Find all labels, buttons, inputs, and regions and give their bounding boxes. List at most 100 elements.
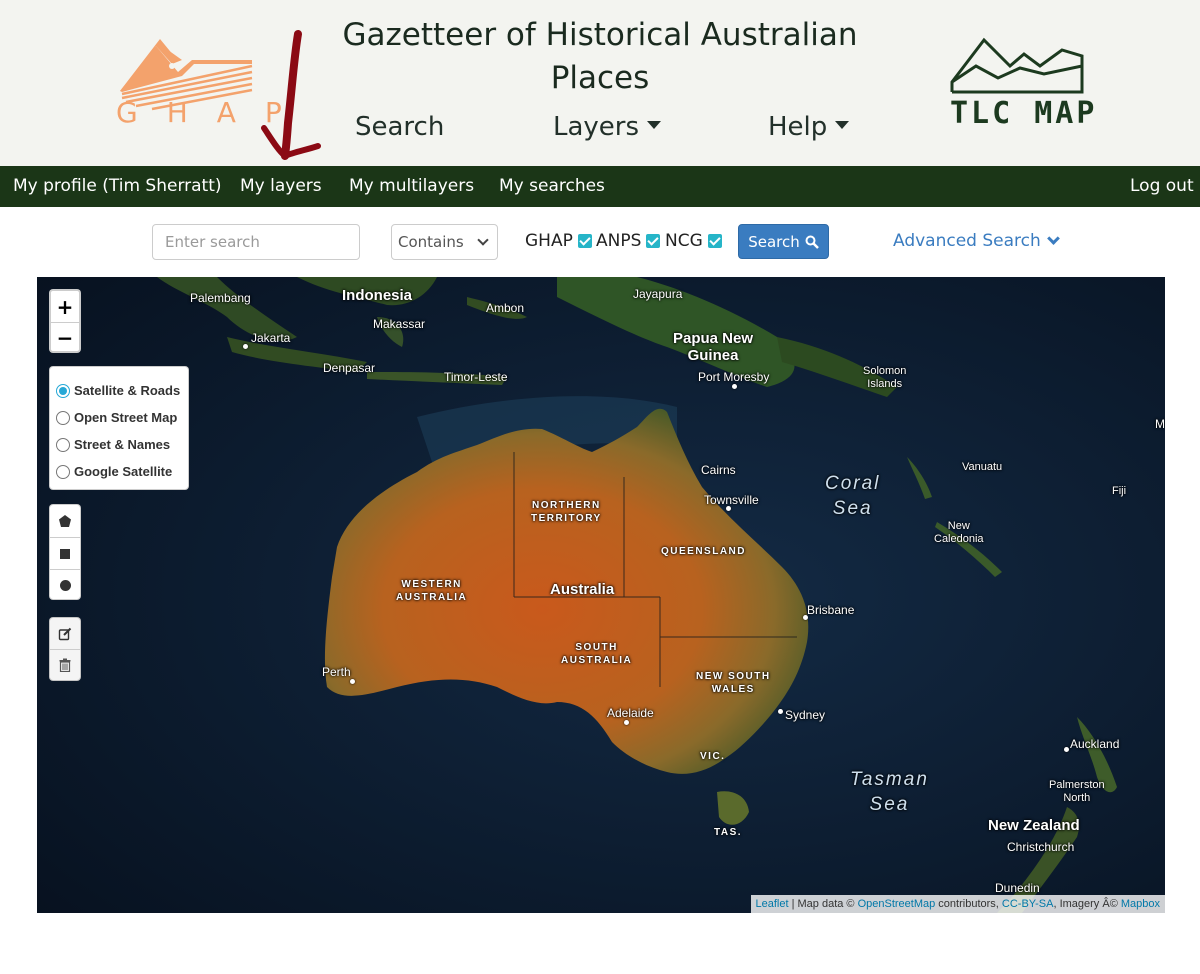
map-label-tasman-line2: Sea: [869, 794, 910, 815]
layer-option-satellite-roads[interactable]: Satellite & Roads: [56, 377, 182, 404]
ghap-letter: A: [216, 96, 236, 129]
map-view[interactable]: Palembang Indonesia Ambon Jayapura Makas…: [37, 277, 1165, 913]
delete-layers-button[interactable]: [50, 649, 80, 680]
zoom-out-button[interactable]: −: [51, 322, 79, 353]
map-label-south-australia: SOUTH AUSTRALIA: [561, 641, 632, 667]
draw-toolbar: [49, 504, 81, 600]
source-ncg[interactable]: NCG: [665, 231, 722, 251]
map-label-tasman-sea: Tasman Sea: [850, 767, 929, 817]
map-label-cairns: Cairns: [701, 463, 736, 477]
search-input[interactable]: [152, 224, 360, 260]
map-label-fiji: Fiji: [1112, 485, 1127, 497]
map-label-coral-line2: Sea: [832, 498, 873, 519]
draw-polygon-button[interactable]: [50, 505, 80, 537]
layer-option-label: Google Satellite: [74, 464, 173, 479]
city-dot-adelaide: [624, 720, 629, 725]
source-ghap[interactable]: GHAP: [525, 231, 592, 251]
checkbox-checked-icon[interactable]: [646, 234, 661, 248]
map-label-queensland: QUEENSLAND: [661, 546, 747, 557]
base-layer-control: Satellite & Roads Open Street Map Street…: [49, 366, 189, 490]
nav-my-searches[interactable]: My searches: [499, 176, 605, 196]
nav-my-multilayers[interactable]: My multilayers: [349, 176, 474, 196]
radio-selected-icon[interactable]: [56, 383, 70, 398]
map-label-solomon-islands: Solomon Islands: [863, 365, 906, 391]
search-bar: Contains GHAP ANPS NCG Search Advanced S…: [0, 207, 1200, 277]
menu-layers[interactable]: Layers: [553, 112, 662, 152]
map-label-pn-line2: North: [1063, 792, 1091, 804]
layer-option-street-names[interactable]: Street & Names: [56, 431, 182, 458]
map-label-new-south-wales: NEW SOUTH WALES: [696, 670, 771, 696]
caret-down-icon: [647, 120, 662, 129]
map-label-sa-line2: AUSTRALIA: [561, 655, 633, 666]
map-label-vanuatu: Vanuatu: [962, 461, 1003, 473]
map-label-auckland: Auckland: [1070, 737, 1120, 751]
search-button[interactable]: Search: [738, 224, 829, 259]
map-label-sa-line1: SOUTH: [575, 642, 618, 653]
city-dot-perth: [350, 679, 355, 684]
nav-my-profile[interactable]: My profile (Tim Sherratt): [13, 176, 222, 196]
polygon-icon: [59, 515, 71, 527]
radio-icon[interactable]: [56, 437, 70, 452]
nav-log-out[interactable]: Log out: [1130, 176, 1194, 196]
radio-icon[interactable]: [56, 410, 70, 425]
edit-layers-button[interactable]: [50, 618, 80, 649]
layer-option-label: Open Street Map: [74, 410, 178, 425]
attribution-text: , Imagery Â©: [1053, 898, 1121, 910]
layer-option-google-satellite[interactable]: Google Satellite: [56, 458, 182, 485]
map-label-nc-line2: Caledonia: [934, 533, 984, 545]
draw-circle-button[interactable]: [50, 569, 80, 601]
chevron-down-icon: [477, 234, 489, 246]
source-anps[interactable]: ANPS: [596, 231, 661, 251]
city-dot-sydney: [778, 709, 783, 714]
map-label-coral-line1: Coral: [825, 473, 881, 494]
draw-rectangle-button[interactable]: [50, 537, 80, 569]
site-title-line1: Gazetteer of Historical Australian: [342, 17, 858, 53]
map-label-adelaide: Adelaide: [607, 706, 654, 720]
menu-search[interactable]: Search: [355, 112, 444, 152]
layer-option-open-street-map[interactable]: Open Street Map: [56, 404, 182, 431]
map-label-palembang: Palembang: [190, 291, 251, 305]
attribution-text: contributors,: [935, 898, 1002, 910]
radio-icon[interactable]: [56, 464, 70, 479]
city-dot-brisbane: [803, 615, 808, 620]
map-label-jayapura: Jayapura: [633, 287, 683, 301]
map-label-western-australia: WESTERN AUSTRALIA: [396, 578, 467, 604]
attribution-osm-link[interactable]: OpenStreetMap: [858, 898, 936, 910]
map-label-denpasar: Denpasar: [323, 361, 376, 375]
map-label-wa-line2: AUSTRALIA: [396, 592, 468, 603]
map-label-nt-line1: NORTHERN: [532, 500, 601, 511]
match-mode-select[interactable]: Contains: [391, 224, 498, 260]
attribution-leaflet-link[interactable]: Leaflet: [756, 898, 789, 910]
nav-my-layers[interactable]: My layers: [240, 176, 322, 196]
checkbox-checked-icon[interactable]: [577, 234, 592, 248]
advanced-search-toggle[interactable]: Advanced Search: [893, 231, 1060, 251]
caret-down-icon: [835, 120, 850, 129]
menu-layers-label: Layers: [553, 112, 640, 142]
trash-icon: [59, 658, 71, 672]
map-label-dunedin: Dunedin: [995, 881, 1040, 895]
source-anps-label: ANPS: [596, 231, 642, 251]
checkbox-checked-icon[interactable]: [707, 234, 722, 248]
map-label-nsw-line1: NEW SOUTH: [696, 671, 771, 682]
attribution-text: | Map data ©: [788, 898, 858, 910]
source-ncg-label: NCG: [665, 231, 703, 251]
map-label-ambon: Ambon: [486, 301, 525, 315]
map-label-edge: M: [1155, 417, 1165, 431]
map-label-brisbane: Brisbane: [807, 603, 855, 617]
city-dot-jakarta: [243, 344, 248, 349]
layer-option-label: Satellite & Roads: [74, 383, 181, 398]
edit-toolbar: [49, 617, 81, 681]
map-label-coral-sea: Coral Sea: [825, 471, 880, 521]
map-label-jakarta: Jakarta: [251, 331, 291, 345]
tlc-map-logo-icon[interactable]: [948, 36, 1088, 96]
map-label-townsville: Townsville: [704, 493, 759, 507]
attribution-mapbox-link[interactable]: Mapbox: [1121, 898, 1160, 910]
map-label-sydney: Sydney: [785, 708, 826, 722]
advanced-search-label: Advanced Search: [893, 231, 1041, 251]
menu-help[interactable]: Help: [768, 112, 850, 152]
zoom-in-button[interactable]: +: [51, 291, 79, 322]
attribution-ccbysa-link[interactable]: CC-BY-SA: [1002, 898, 1054, 910]
ghap-letter: G: [116, 96, 138, 129]
rectangle-icon: [60, 548, 70, 559]
map-label-png-line2: Guinea: [687, 347, 739, 364]
